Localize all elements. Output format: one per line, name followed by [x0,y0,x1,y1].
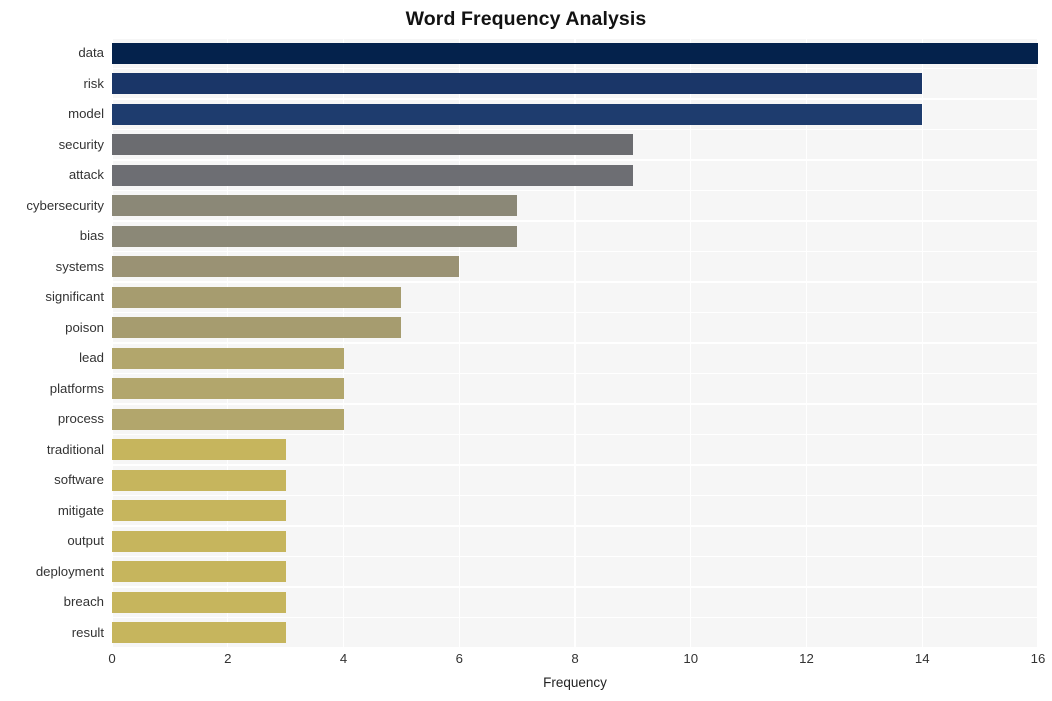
x-tick-label: 6 [455,651,463,666]
y-tick-label: traditional [46,441,104,457]
bar [112,103,923,125]
gridline-horizontal [112,403,1038,405]
x-tick-label: 0 [108,651,116,666]
y-tick-label: risk [83,75,104,91]
gridline-horizontal [112,494,1038,497]
gridline-horizontal [112,281,1038,283]
bar [112,347,344,369]
gridline-horizontal [112,586,1038,588]
y-tick-label: bias [79,228,104,244]
gridline-horizontal [112,647,1038,648]
gridline-horizontal [112,128,1038,131]
y-tick-label: significant [45,289,104,305]
bar [112,378,344,400]
plot-area [112,38,1038,648]
bar [112,73,923,95]
bar [112,225,518,247]
x-tick-label: 16 [1030,651,1046,666]
gridline-horizontal [112,311,1038,314]
x-tick-label: 8 [571,651,579,666]
y-tick-label: breach [63,594,104,610]
bar [112,42,1038,64]
bar [112,408,344,430]
bar [112,500,286,522]
y-tick-label: attack [68,167,104,183]
chart-title: Word Frequency Analysis [405,8,647,30]
x-tick-label: 14 [914,651,930,666]
bar [112,530,286,552]
bar [112,164,633,186]
word-frequency-bar-chart: Word Frequency Analysis data risk model sec… [0,0,1052,701]
x-axis-tick-labels: 0 2 4 6 8 10 12 14 16 [0,650,1052,674]
y-tick-label: output [67,533,104,549]
bar [112,256,460,278]
x-tick-label: 4 [339,651,348,666]
bar [112,439,286,461]
bar [112,561,286,583]
y-tick-label: data [78,45,104,61]
y-tick-label: platforms [49,380,104,396]
gridline-horizontal [112,342,1038,344]
x-axis-title: Frequency [543,675,607,690]
bar [112,195,518,217]
bar [112,469,286,491]
x-tick-label: 10 [683,651,699,666]
x-tick-label: 12 [799,651,814,666]
bar [112,134,633,156]
y-tick-label: security [58,136,104,152]
gridline-horizontal [112,464,1038,466]
y-tick-label: deployment [35,563,104,579]
gridline-horizontal [112,98,1038,100]
y-tick-label: poison [65,319,104,335]
y-tick-label: mitigate [57,502,104,518]
y-tick-label: systems [55,258,104,274]
bar [112,317,402,339]
gridline-horizontal [112,372,1038,375]
y-tick-label: model [68,106,104,122]
gridline-horizontal [112,159,1038,161]
y-tick-label: cybersecurity [26,197,104,213]
gridline-horizontal [112,616,1038,619]
gridline-horizontal [112,250,1038,253]
bar [112,622,286,644]
x-tick-label: 2 [224,651,232,666]
y-tick-label: lead [79,350,104,366]
y-axis-tick-labels: data risk model security attack cybersecurity… [0,38,104,648]
bar [112,286,402,308]
gridline-horizontal [112,555,1038,558]
y-tick-label: process [57,411,104,427]
gridline-horizontal [112,220,1038,222]
y-tick-label: result [71,624,104,640]
gridline-horizontal [112,433,1038,436]
gridline-horizontal [112,189,1038,192]
gridline-horizontal [112,525,1038,527]
y-tick-label: software [54,472,104,488]
gridline-horizontal [112,38,1038,39]
bar [112,591,286,613]
gridline-horizontal [112,67,1038,70]
